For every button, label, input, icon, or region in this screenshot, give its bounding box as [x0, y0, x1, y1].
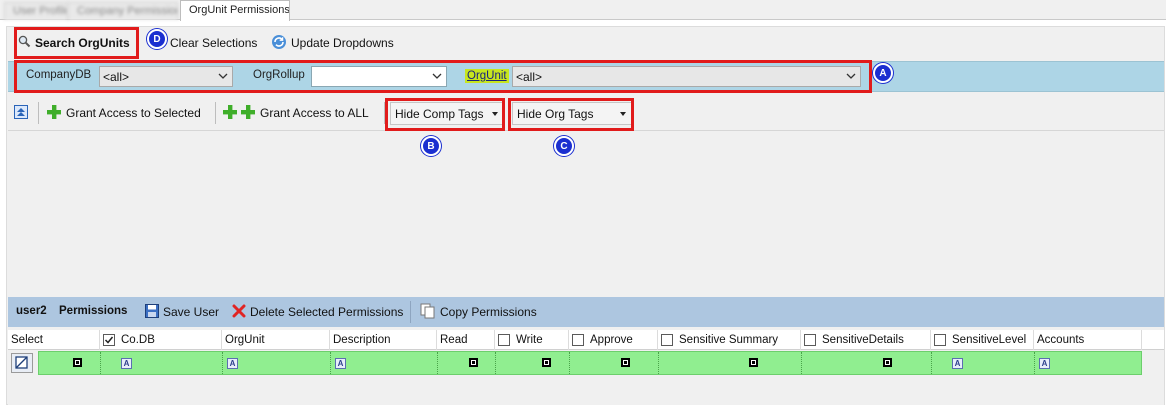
annotation-box-b: [385, 98, 505, 131]
grid-cell: [802, 352, 932, 374]
approve-all-checkbox[interactable]: [572, 334, 584, 346]
grant-access-selected-label: Grant Access to Selected: [66, 106, 201, 120]
tab-user-profile[interactable]: User Profile: [4, 2, 68, 20]
row-select-toggle[interactable]: [11, 353, 33, 373]
delete-permissions-label: Delete Selected Permissions: [250, 305, 404, 319]
grid-cell: A: [331, 352, 438, 374]
clear-selections-button[interactable]: Clear Selections: [170, 32, 257, 54]
column-header-orgunit[interactable]: OrgUnit: [222, 330, 330, 350]
write-all-checkbox[interactable]: [498, 334, 510, 346]
sensitive-summary-all-checkbox[interactable]: [661, 334, 673, 346]
grid-cell: [496, 352, 570, 374]
column-header-description[interactable]: Description: [330, 330, 437, 350]
sensitive-details-all-checkbox[interactable]: [804, 334, 816, 346]
grant-access-selected-button[interactable]: Grant Access to Selected: [46, 102, 201, 124]
column-label: SensitiveDetails: [822, 334, 904, 346]
clear-selections-label: Clear Selections: [170, 36, 258, 50]
annotation-badge-d: D: [147, 29, 167, 49]
column-header-sensitive-summary[interactable]: Sensitive Summary: [658, 330, 801, 350]
annotation-box-c: [508, 98, 634, 131]
tab-label: User Profile: [13, 5, 68, 17]
filter-checkbox[interactable]: [73, 358, 82, 367]
filter-row: A A A A A: [38, 351, 1142, 375]
plus-icon: [46, 104, 62, 123]
column-label: OrgUnit: [225, 334, 265, 346]
delete-x-icon: [232, 304, 246, 321]
grid-cell: A: [223, 352, 331, 374]
grid-cell: A: [101, 352, 223, 374]
annotation-box-d: [14, 27, 139, 59]
text-filter-icon[interactable]: A: [335, 358, 346, 369]
filter-checkbox[interactable]: [883, 358, 892, 367]
toolbar-separator: [215, 102, 216, 124]
grant-access-all-button[interactable]: Grant Access to ALL: [222, 102, 369, 124]
toolbar-separator: [38, 102, 39, 124]
save-user-button[interactable]: Save User: [145, 301, 219, 323]
column-label: Co.DB: [121, 334, 155, 346]
double-plus-icon: [222, 104, 256, 123]
grant-access-all-label: Grant Access to ALL: [260, 106, 369, 120]
collapse-up-icon[interactable]: [14, 105, 28, 119]
grid-cell: A: [932, 352, 1035, 374]
grid-header: Select Co.DB OrgUnit Description Read Wr…: [8, 330, 1164, 350]
column-label: Approve: [590, 334, 633, 346]
annotation-badge-b: B: [421, 136, 441, 156]
toolbar-separator: [410, 301, 411, 323]
save-user-label: Save User: [163, 305, 220, 319]
save-icon: [145, 303, 159, 321]
tab-label: OrgUnit Permissions: [189, 4, 290, 16]
filter-checkbox[interactable]: [542, 358, 551, 367]
column-header-write[interactable]: Write: [495, 330, 569, 350]
grid-cell: A: [1035, 352, 1141, 374]
column-label: SensitiveLevel: [952, 334, 1027, 346]
text-filter-icon[interactable]: A: [121, 358, 132, 369]
copy-permissions-button[interactable]: Copy Permissions: [420, 301, 537, 323]
filter-checkbox[interactable]: [749, 358, 758, 367]
annotation-box-a: [14, 60, 872, 93]
column-label: Write: [516, 334, 543, 346]
column-header-codb[interactable]: Co.DB: [100, 330, 222, 350]
text-filter-icon[interactable]: A: [952, 358, 963, 369]
refresh-icon: [271, 34, 287, 53]
column-header-read[interactable]: Read: [437, 330, 495, 350]
orgunit-results-area: [8, 130, 1164, 290]
update-dropdowns-button[interactable]: Update Dropdowns: [271, 32, 394, 54]
column-header-approve[interactable]: Approve: [569, 330, 658, 350]
tab-label: Company Permissions: [77, 5, 178, 17]
user-name: user2: [16, 305, 47, 317]
annotation-badge-a: A: [873, 63, 893, 83]
column-label: Read: [440, 334, 468, 346]
text-filter-icon[interactable]: A: [227, 358, 238, 369]
copy-permissions-label: Copy Permissions: [440, 305, 537, 319]
filter-checkbox[interactable]: [621, 358, 630, 367]
delete-permissions-button[interactable]: Delete Selected Permissions: [232, 301, 403, 323]
column-header-accounts[interactable]: Accounts: [1034, 330, 1142, 350]
column-label: Description: [333, 334, 391, 346]
copy-icon: [420, 303, 436, 322]
tab-company-permissions[interactable]: Company Permissions: [68, 2, 178, 20]
annotation-badge-c: C: [554, 136, 574, 156]
select-all-checkbox[interactable]: [103, 334, 115, 346]
column-label: Sensitive Summary: [679, 334, 779, 346]
sensitive-level-all-checkbox[interactable]: [934, 334, 946, 346]
column-label: Select: [11, 334, 43, 346]
grid-cell: [438, 352, 496, 374]
grid-cell: [570, 352, 659, 374]
column-header-sensitive-details[interactable]: SensitiveDetails: [801, 330, 931, 350]
column-label: Accounts: [1037, 334, 1085, 346]
column-header-select[interactable]: Select: [8, 330, 100, 350]
text-filter-icon[interactable]: A: [1039, 358, 1050, 369]
tab-orgunit-permissions[interactable]: OrgUnit Permissions: [180, 0, 290, 21]
permissions-grid: Select Co.DB OrgUnit Description Read Wr…: [8, 330, 1164, 405]
filter-checkbox[interactable]: [469, 358, 478, 367]
permissions-title: Permissions: [59, 305, 128, 317]
column-header-sensitive-level[interactable]: SensitiveLevel: [931, 330, 1034, 350]
update-dropdowns-label: Update Dropdowns: [291, 36, 394, 50]
grid-cell: [39, 352, 101, 374]
grid-cell: [659, 352, 802, 374]
